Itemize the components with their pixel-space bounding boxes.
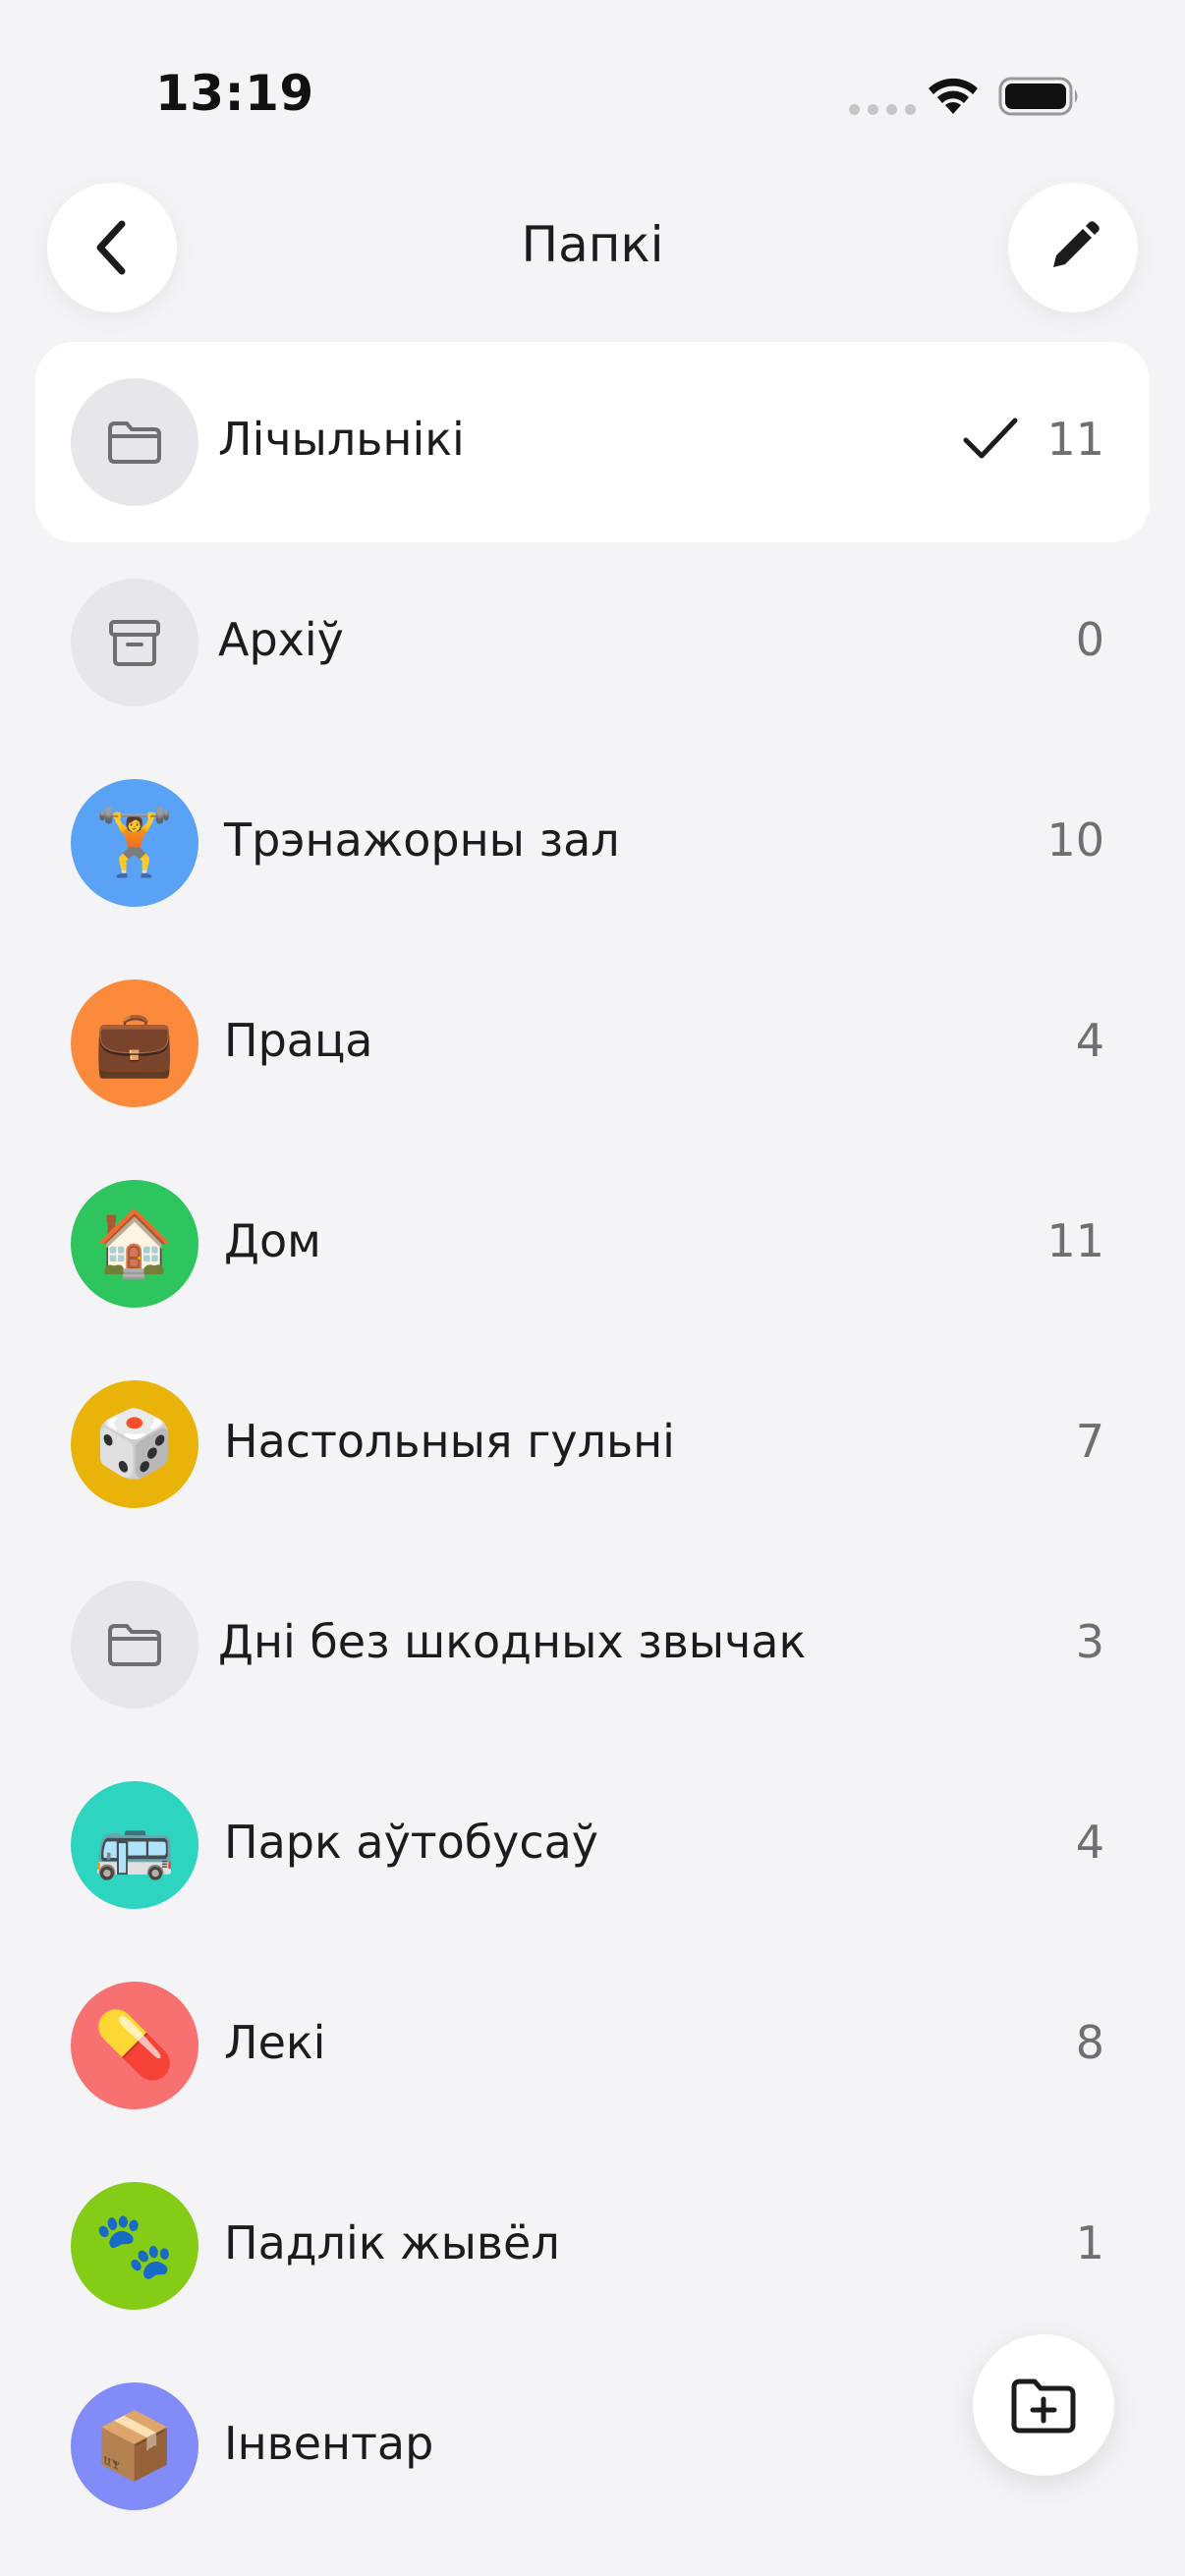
folder-plus-icon: [1011, 2379, 1076, 2434]
folder-count: 11: [1046, 1214, 1104, 1267]
folder-row[interactable]: 🚌 Парк аўтобусаў 4: [35, 1745, 1150, 1945]
folder-count: 8: [1075, 2016, 1104, 2069]
folder-icon: [71, 378, 198, 506]
status-bar: 13:19: [0, 0, 1185, 187]
folder-name: Падлік жывёл: [224, 2216, 560, 2269]
folder-icon: [71, 1581, 198, 1708]
edit-button[interactable]: [1008, 183, 1138, 312]
folder-count: 4: [1075, 1014, 1104, 1067]
briefcase-emoji-icon: 💼: [71, 980, 198, 1107]
folder-name: Дом: [224, 1214, 321, 1267]
folder-count: 10: [1046, 813, 1104, 867]
folder-row[interactable]: 💼 Праца 4: [35, 943, 1150, 1144]
folder-row[interactable]: 🏋️ Трэнажорны зал 10: [35, 743, 1150, 943]
folder-name: Трэнажорны зал: [224, 813, 620, 867]
folder-name: Лічыльнікі: [218, 413, 465, 466]
folder-row[interactable]: Лічыльнікі 11: [35, 342, 1150, 542]
add-folder-button[interactable]: [973, 2334, 1114, 2476]
navigation-header: Папкі: [0, 183, 1185, 312]
dice-emoji-icon: 🎲: [71, 1380, 198, 1508]
folder-name: Парк аўтобусаў: [224, 1816, 599, 1869]
pencil-icon: [1053, 221, 1100, 267]
folder-count: 3: [1075, 1615, 1104, 1668]
folder-count: 7: [1075, 1415, 1104, 1468]
folder-row[interactable]: 💊 Лекі 8: [35, 1945, 1150, 2146]
folder-name: Праца: [224, 1014, 373, 1067]
folder-row[interactable]: 🏠 Дом 11: [35, 1144, 1150, 1344]
folder-row[interactable]: Дні без шкодных звычак 3: [35, 1544, 1150, 1745]
folder-row[interactable]: Архіў 0: [35, 542, 1150, 743]
house-emoji-icon: 🏠: [71, 1180, 198, 1308]
folder-count: 0: [1075, 613, 1104, 666]
folder-name: Лекі: [224, 2016, 326, 2069]
folder-row[interactable]: 🐾 Падлік жывёл 1: [35, 2146, 1150, 2346]
bus-emoji-icon: 🚌: [71, 1781, 198, 1909]
folder-name: Інвентар: [224, 2417, 434, 2470]
folder-count: 11: [1046, 413, 1104, 466]
archive-box-icon: [71, 579, 198, 706]
folder-row[interactable]: 🎲 Настольныя гульні 7: [35, 1344, 1150, 1544]
weightlifter-emoji-icon: 🏋️: [71, 779, 198, 907]
battery-icon: [998, 77, 1078, 116]
cellular-signal-icon: [849, 104, 916, 115]
pill-emoji-icon: 💊: [71, 1982, 198, 2109]
folder-name: Настольныя гульні: [224, 1415, 675, 1468]
folder-name: Архіў: [218, 613, 344, 666]
wifi-icon: [929, 78, 978, 114]
checkmark-icon: [963, 418, 1018, 459]
package-emoji-icon: 📦: [71, 2382, 198, 2510]
folder-name: Дні без шкодных звычак: [218, 1615, 807, 1668]
paw-prints-emoji-icon: 🐾: [71, 2182, 198, 2310]
status-time: 13:19: [155, 65, 314, 122]
folder-count: 4: [1075, 1816, 1104, 1869]
folder-count: 1: [1075, 2216, 1104, 2269]
